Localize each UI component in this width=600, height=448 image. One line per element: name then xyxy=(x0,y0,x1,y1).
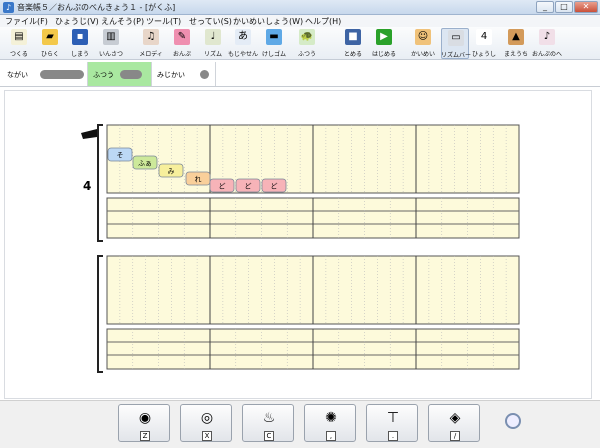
turtle-rabbit-icon: 🐢 xyxy=(299,29,315,45)
note-label: そ xyxy=(117,152,124,160)
open-folder-icon: ▰ xyxy=(42,29,58,45)
toolbar-note-dance-button[interactable]: ♪ おんぷのへ xyxy=(532,28,562,59)
drum-key-label: / xyxy=(450,431,460,441)
menu-solfege[interactable]: かいめいしょう(W) xyxy=(233,16,303,27)
tempo-bar: ながい ふつう みじかい xyxy=(0,61,600,87)
lion-face-icon: ☺ xyxy=(415,29,431,45)
tempo-normal[interactable]: ふつう xyxy=(88,62,152,86)
snare-drum-icon: ◎ xyxy=(200,410,214,426)
rhythm-bar-icon: ▭ xyxy=(448,30,464,46)
drum-drum-sticks-button[interactable]: ♨ C xyxy=(242,404,294,442)
toolbar-open-folder-button[interactable]: ▰ ひらく xyxy=(36,28,64,59)
menu-bar: ファイル(F) ひょうじ(V) えんそう(P) ツール(T) せってい(S) か… xyxy=(0,15,600,27)
toolbar-stop-button[interactable]: ■ とめる xyxy=(339,28,367,59)
toolbar-label: はじめる xyxy=(371,51,396,58)
toolbar-printer-button[interactable]: ▥ いんさつ xyxy=(97,28,125,59)
toolbar-label: けしゴム xyxy=(261,51,286,58)
note-label: れ xyxy=(195,176,202,184)
rhythm-icon: ♩ xyxy=(205,29,221,45)
toolbar-eraser-button[interactable]: ▬ けしゴム xyxy=(260,28,288,59)
toolbar-note-pencil-button[interactable]: ✎ おんぷ xyxy=(168,28,196,59)
toolbar-melody-button[interactable]: ♫ メロディ xyxy=(137,28,165,59)
drum-bass-drum-button[interactable]: ◉ Z xyxy=(118,404,170,442)
toolbar-lion-face-button[interactable]: ☺ かいめい xyxy=(409,28,437,59)
toolbar-label: いんさつ xyxy=(98,51,123,58)
save-disk-icon: ▪ xyxy=(72,29,88,45)
title-bar: ♪ 音楽帳５／おんぷのべんきょう１ - [がくふ] _ □ ✕ xyxy=(0,0,600,15)
score-canvas: 4 そふぁみれど ど ど xyxy=(81,124,520,373)
drum-cymbals-button[interactable]: ✺, xyxy=(304,404,356,442)
tempo-short-indicator xyxy=(200,70,209,79)
toolbar-turtle-rabbit-button[interactable]: 🐢 ふつう xyxy=(293,28,321,59)
drum-settings-icon[interactable] xyxy=(505,413,521,429)
menu-file[interactable]: ファイル(F) xyxy=(5,16,48,27)
toolbar-time-signature-button[interactable]: 4 ひょうし xyxy=(470,28,498,59)
drum-key-label: , xyxy=(326,431,336,441)
tempo-short[interactable]: みじかい xyxy=(152,62,216,86)
drum-key-label: Z xyxy=(140,431,150,441)
text-line-icon: あ xyxy=(235,29,251,45)
tempo-normal-indicator xyxy=(120,70,142,79)
tempo-short-label: みじかい xyxy=(157,71,185,79)
drum-key-label: . xyxy=(388,431,398,441)
printer-icon: ▥ xyxy=(103,29,119,45)
system-brace-2 xyxy=(97,255,103,373)
toolbar-metronome-button[interactable]: ▲ まえうち xyxy=(502,28,530,59)
toolbar-label: ふつう xyxy=(297,51,316,58)
note-label: み xyxy=(168,168,175,176)
window-title: 音楽帳５／おんぷのべんきょう１ - [がくふ] xyxy=(17,3,176,12)
app-icon: ♪ xyxy=(3,2,14,13)
stop-icon: ■ xyxy=(345,29,361,45)
drum-tambourine-button[interactable]: ◈ / xyxy=(428,404,480,442)
tempo-long-label: ながい xyxy=(7,71,28,79)
menu-settings[interactable]: せってい(S) xyxy=(189,16,232,27)
note-dance-icon: ♪ xyxy=(539,29,555,45)
menu-tools[interactable]: ツール(T) xyxy=(146,16,181,27)
drum-hi-hat-button[interactable]: ⊤. xyxy=(366,404,418,442)
note-label: ど xyxy=(219,183,226,191)
eraser-icon: ▬ xyxy=(266,29,282,45)
toolbar-label: かいめい xyxy=(410,51,435,58)
time-signature-icon: 4 xyxy=(476,29,492,45)
play-icon: ▶ xyxy=(376,29,392,45)
toolbar-new-document-button[interactable]: ▤ つくる xyxy=(5,28,33,59)
toolbar-play-button[interactable]: ▶ はじめる xyxy=(370,28,398,59)
menu-play[interactable]: えんそう(P) xyxy=(101,16,144,27)
hi-hat-icon: ⊤ xyxy=(386,410,400,426)
time-signature: 4 xyxy=(83,179,91,193)
drum-bar: ◉ Z ◎ X ♨ C ✺, ⊤. ◈ / xyxy=(0,400,600,448)
tempo-normal-label: ふつう xyxy=(93,71,114,79)
system-brace-1 xyxy=(97,124,103,242)
metronome-icon: ▲ xyxy=(508,29,524,45)
minimize-button[interactable]: _ xyxy=(536,1,554,13)
note-label: ど xyxy=(245,183,252,191)
toolbar-label: ひょうし xyxy=(471,51,496,58)
note-pencil-icon: ✎ xyxy=(174,29,190,45)
tempo-long-indicator xyxy=(40,70,84,79)
close-button[interactable]: ✕ xyxy=(574,1,598,13)
toolbar-save-disk-button[interactable]: ▪ しまう xyxy=(66,28,94,59)
melody-icon: ♫ xyxy=(143,29,159,45)
new-document-icon: ▤ xyxy=(11,29,27,45)
toolbar-rhythm-bar-button[interactable]: ▭ リズムバー xyxy=(441,28,471,59)
tambourine-icon: ◈ xyxy=(449,410,461,426)
maximize-button[interactable]: □ xyxy=(555,1,573,13)
drum-sticks-icon: ♨ xyxy=(262,410,276,426)
note-label: ど xyxy=(271,183,278,191)
score-area[interactable]: 4 そふぁみれど ど ど xyxy=(4,90,592,399)
menu-help[interactable]: ヘルプ(H) xyxy=(305,16,341,27)
toolbar-label: おんぷのへ xyxy=(531,51,562,58)
bass-drum-icon: ◉ xyxy=(138,410,152,426)
drum-key-label: X xyxy=(202,431,212,441)
note-label: ふぁ xyxy=(138,160,152,168)
cymbals-icon: ✺ xyxy=(325,410,337,426)
menu-view[interactable]: ひょうじ(V) xyxy=(55,16,99,27)
toolbar-text-line-button[interactable]: あもじやせん xyxy=(228,28,258,59)
tempo-long[interactable]: ながい xyxy=(2,62,88,86)
toolbar: ▤ つくる ▰ ひらく ▪ しまう ▥ いんさつ ♫ メロディ ✎ おんぷ ♩ リズムあもじやせん ▬ けしゴ… xyxy=(0,27,600,60)
drum-key-label: C xyxy=(264,431,274,441)
drum-snare-drum-button[interactable]: ◎ X xyxy=(180,404,232,442)
toolbar-rhythm-button[interactable]: ♩ リズム xyxy=(199,28,227,59)
